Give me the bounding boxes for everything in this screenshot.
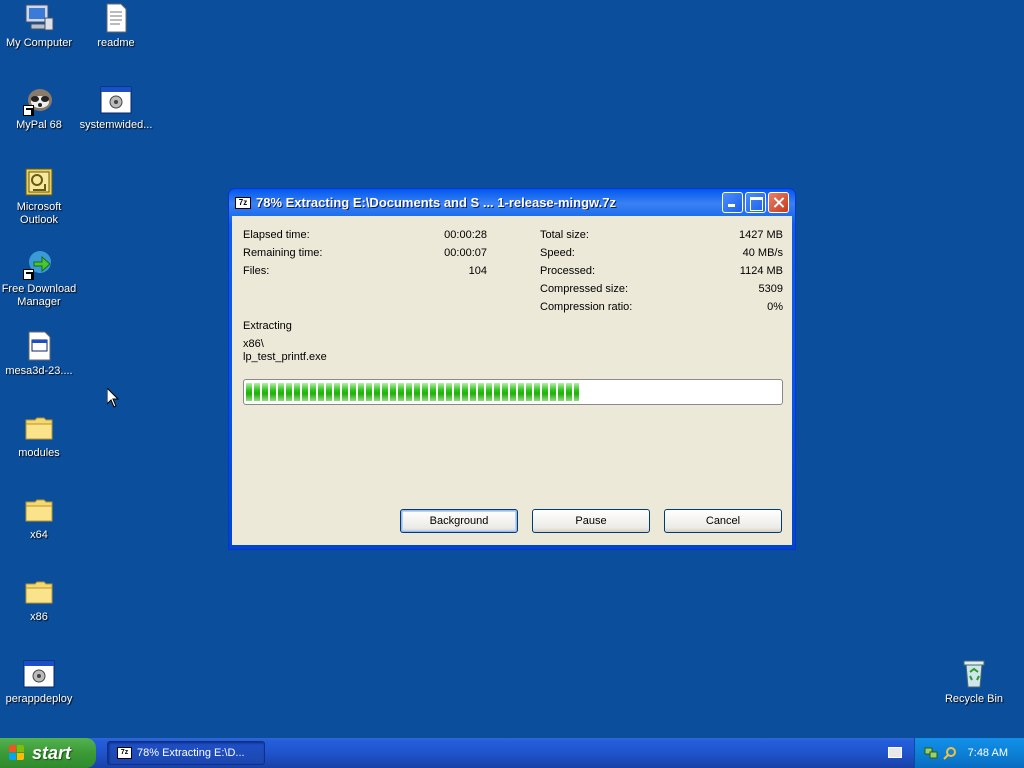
folder-icon — [23, 412, 55, 444]
folder-icon — [23, 494, 55, 526]
clock[interactable]: 7:48 AM — [968, 747, 1008, 759]
stat-label: Elapsed time: — [243, 229, 310, 241]
stat-value: 00:00:07 — [444, 247, 487, 259]
taskbar: start 7z 78% Extracting E:\D... 7:48 AM — [0, 738, 1024, 768]
application-window-icon — [100, 84, 132, 116]
desktop-icon-my-computer[interactable]: My Computer — [0, 2, 78, 50]
desktop-icon-label: Recycle Bin — [944, 693, 1004, 705]
minimize-button[interactable] — [722, 192, 743, 213]
stat-value: 40 MB/s — [742, 247, 783, 259]
recycle-bin-icon — [958, 658, 990, 690]
current-path: x86\ — [243, 338, 264, 350]
desktop-icon-label: My Computer — [5, 37, 73, 49]
status-label: Extracting — [243, 320, 292, 332]
stat-compression-ratio: Compression ratio: 0% — [540, 298, 783, 316]
stat-value: 5309 — [758, 283, 783, 295]
desktop-icon-recycle-bin[interactable]: Recycle Bin — [935, 658, 1013, 706]
7zip-app-icon: 7z — [235, 196, 251, 209]
desktop-icon-label: mesa3d-23.... — [5, 365, 73, 377]
my-computer-icon — [23, 2, 55, 34]
desktop-icon-free-download-manager[interactable]: Free Download Manager — [0, 248, 78, 309]
stat-total-size: Total size: 1427 MB — [540, 226, 783, 244]
desktop-icon-mesa3d[interactable]: mesa3d-23.... — [0, 330, 78, 378]
extraction-dialog: 7z 78% Extracting E:\Documents and S ...… — [228, 188, 796, 550]
network-icon[interactable] — [924, 746, 938, 760]
desktop-icon-modules[interactable]: modules — [0, 412, 78, 460]
desktop-icon-readme[interactable]: readme — [77, 2, 155, 50]
search-icon[interactable] — [943, 746, 957, 760]
desktop-icon-perappdeploy[interactable]: perappdeploy — [0, 658, 78, 706]
desktop-icon-label: systemwided... — [79, 119, 153, 131]
shortcut-arrow-icon — [23, 105, 34, 116]
dialog-title: 78% Extracting E:\Documents and S ... 1-… — [256, 195, 617, 210]
mouse-pointer-icon — [107, 388, 119, 408]
stat-value: 104 — [468, 265, 487, 277]
stat-label: Speed: — [540, 247, 575, 259]
stat-remaining-time: Remaining time: 00:00:07 — [243, 244, 487, 262]
keyboard-language-icon[interactable] — [888, 747, 902, 758]
text-document-icon — [100, 2, 132, 34]
taskbar-button-7zip[interactable]: 7z 78% Extracting E:\D... — [107, 741, 265, 765]
stat-label: Compression ratio: — [540, 301, 633, 313]
stat-value: 1124 MB — [739, 265, 783, 277]
stat-value: 1427 MB — [738, 229, 783, 241]
desktop-icon-label: x86 — [30, 611, 48, 623]
start-button[interactable]: start — [0, 738, 96, 768]
application-window-icon — [23, 658, 55, 690]
stat-label: Files: — [243, 265, 270, 277]
dialog-titlebar[interactable]: 7z 78% Extracting E:\Documents and S ...… — [232, 189, 792, 216]
pause-button[interactable]: Pause — [532, 509, 650, 533]
cancel-button[interactable]: Cancel — [664, 509, 782, 533]
desktop-icon-label: perappdeploy — [5, 693, 73, 705]
dialog-body: Elapsed time: 00:00:28 Remaining time: 0… — [232, 216, 792, 545]
desktop-icon-systemwided[interactable]: systemwided... — [77, 84, 155, 132]
desktop-icon-label: MyPal 68 — [16, 119, 62, 131]
folder-icon — [23, 576, 55, 608]
current-file: lp_test_printf.exe — [243, 351, 327, 363]
desktop-icon-label: Microsoft Outlook — [16, 201, 62, 226]
7zip-app-icon: 7z — [117, 747, 132, 759]
mypal-browser-icon — [23, 84, 55, 116]
windows-logo-icon — [9, 745, 26, 761]
desktop-icon-x64[interactable]: x64 — [0, 494, 78, 542]
stat-compressed-size: Compressed size: 5309 — [540, 280, 783, 298]
outlook-icon — [23, 166, 55, 198]
stat-value: 0% — [767, 301, 783, 313]
maximize-button[interactable] — [745, 192, 766, 213]
stat-files: Files: 104 — [243, 262, 487, 280]
extraction-progress-bar — [243, 379, 783, 405]
stat-speed: Speed: 40 MB/s — [540, 244, 783, 262]
desktop-icon-outlook[interactable]: Microsoft Outlook — [0, 166, 78, 227]
stat-label: Processed: — [540, 265, 596, 277]
stat-processed: Processed: 1124 MB — [540, 262, 783, 280]
shortcut-arrow-icon — [23, 269, 34, 280]
desktop-icon-label: modules — [18, 447, 60, 459]
application-window-icon — [23, 330, 55, 362]
progress-fill — [246, 383, 580, 401]
stat-label: Compressed size: — [540, 283, 629, 295]
taskbar-button-label: 78% Extracting E:\D... — [137, 747, 245, 759]
download-manager-icon — [23, 248, 55, 280]
desktop-icon-label: x64 — [30, 529, 48, 541]
desktop-icon-label: readme — [97, 37, 135, 49]
stat-value: 00:00:28 — [444, 229, 487, 241]
start-label: start — [32, 743, 72, 763]
stat-label: Total size: — [540, 229, 589, 241]
background-button[interactable]: Background — [400, 509, 518, 533]
desktop-icon-x86[interactable]: x86 — [0, 576, 78, 624]
desktop-icon-mypal[interactable]: MyPal 68 — [0, 84, 78, 132]
stat-label: Remaining time: — [243, 247, 323, 259]
desktop-icon-label: Free Download Manager — [1, 283, 77, 308]
close-button[interactable] — [768, 192, 789, 213]
stat-elapsed-time: Elapsed time: 00:00:28 — [243, 226, 487, 244]
